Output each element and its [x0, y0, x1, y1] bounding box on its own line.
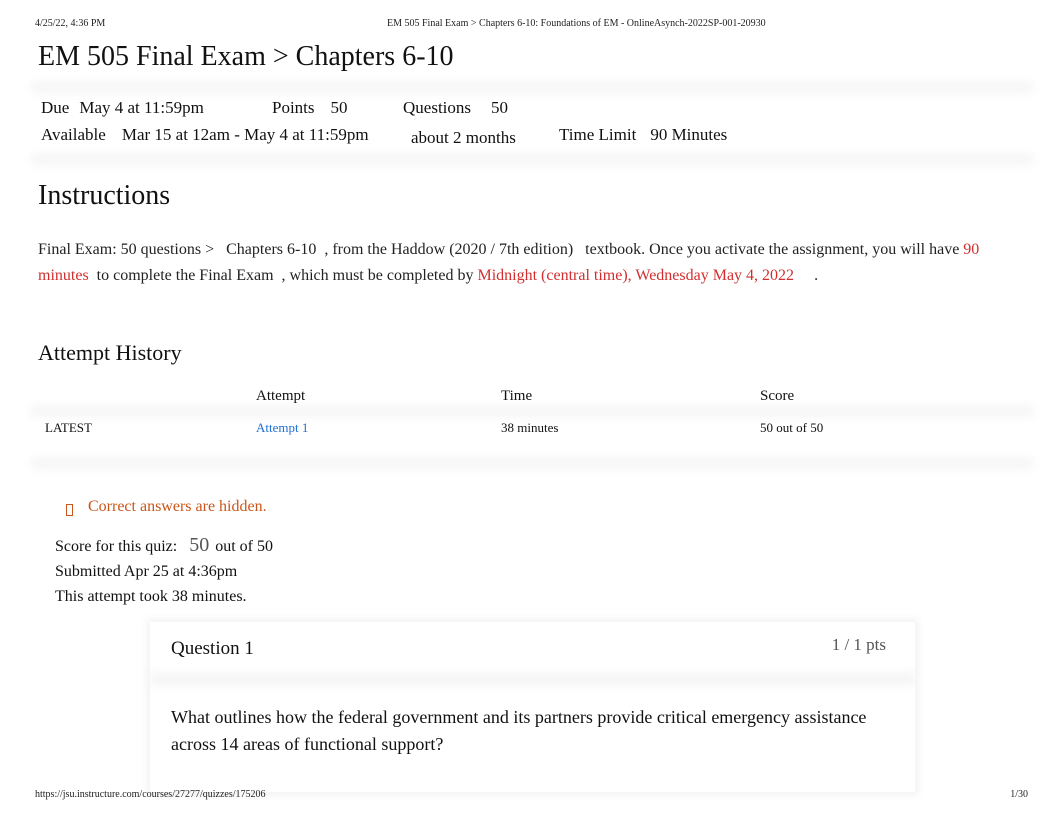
- available-value: Mar 15 at 12am - May 4 at 11:59pm: [121, 125, 369, 144]
- instructions-text: Final Exam: 50 questions > Chapters 6-10…: [38, 241, 964, 258]
- instructions-line-1: Final Exam: 50 questions > Chapters 6-10…: [38, 241, 979, 259]
- column-header-time: Time: [501, 388, 533, 404]
- due-value: May 4 at 11:59pm: [79, 98, 204, 117]
- due-label: Due: [41, 98, 70, 117]
- attempt-time: 38 minutes: [501, 420, 559, 435]
- details-bottom-divider: [30, 152, 1034, 166]
- attempt-history-heading: Attempt History: [38, 340, 182, 365]
- column-header-score: Score: [760, 388, 795, 404]
- available-duration: about 2 months: [411, 128, 516, 147]
- correct-answers-hidden-notice: Correct answers are hidden.: [88, 498, 267, 515]
- attempt-1-link[interactable]: Attempt 1: [256, 420, 308, 436]
- minutes-highlight: minutes: [38, 267, 89, 284]
- instructions-end: .: [794, 267, 819, 284]
- details-top-divider: [30, 80, 1034, 94]
- table-bottom-divider: [30, 456, 1034, 470]
- instructions-heading: Instructions: [38, 180, 171, 211]
- score-value: 50: [189, 534, 210, 556]
- questions-row: Questions 50: [403, 98, 508, 118]
- available-label: Available: [41, 125, 106, 144]
- deadline-highlight: Midnight (central time), Wednesday May 4…: [477, 267, 795, 284]
- questions-value: 50: [491, 98, 508, 117]
- instructions-line-2: minutes to complete the Final Exam , whi…: [38, 267, 818, 285]
- questions-label: Questions: [403, 98, 471, 117]
- attempt-duration: This attempt took 38 minutes.: [55, 588, 247, 605]
- print-datetime: 4/25/22, 4:36 PM: [35, 18, 106, 29]
- question-points: 1 / 1 pts: [831, 635, 886, 654]
- points-value: 50: [330, 98, 348, 117]
- quiz-score: Score for this quiz: 50 out of 50: [55, 534, 273, 557]
- time-highlight: 90: [963, 241, 980, 258]
- due-row: Due May 4 at 11:59pm: [41, 98, 204, 118]
- table-header-divider: [30, 404, 1034, 418]
- score-label: Score for this quiz:: [55, 538, 178, 555]
- time-limit-value: 90 Minutes: [650, 125, 728, 144]
- points-row: Points 50: [272, 98, 348, 118]
- available-row: Available Mar 15 at 12am - May 4 at 11:59…: [41, 125, 369, 145]
- question-title: Question 1: [171, 638, 254, 659]
- question-header-divider: [150, 672, 915, 686]
- warning-icon: [66, 504, 73, 516]
- time-limit-row: Time Limit 90 Minutes: [559, 125, 727, 145]
- attempt-score: 50 out of 50: [760, 420, 824, 435]
- page-title: EM 505 Final Exam > Chapters 6-10: [38, 41, 454, 72]
- time-limit-label: Time Limit: [559, 125, 637, 144]
- question-text: What outlines how the federal government…: [171, 707, 867, 754]
- column-header-attempt: Attempt: [256, 388, 306, 404]
- print-page-title: EM 505 Final Exam > Chapters 6-10: Found…: [387, 18, 766, 29]
- score-out-of: out of 50: [215, 538, 273, 555]
- instructions-text-2: to complete the Final Exam , which must …: [88, 267, 478, 284]
- footer-page-number: 1/30: [1010, 789, 1028, 800]
- submitted-time: Submitted Apr 25 at 4:36pm: [55, 563, 238, 580]
- points-label: Points: [272, 98, 315, 117]
- latest-tag: LATEST: [45, 420, 92, 435]
- footer-url: https://jsu.instructure.com/courses/2727…: [35, 789, 266, 800]
